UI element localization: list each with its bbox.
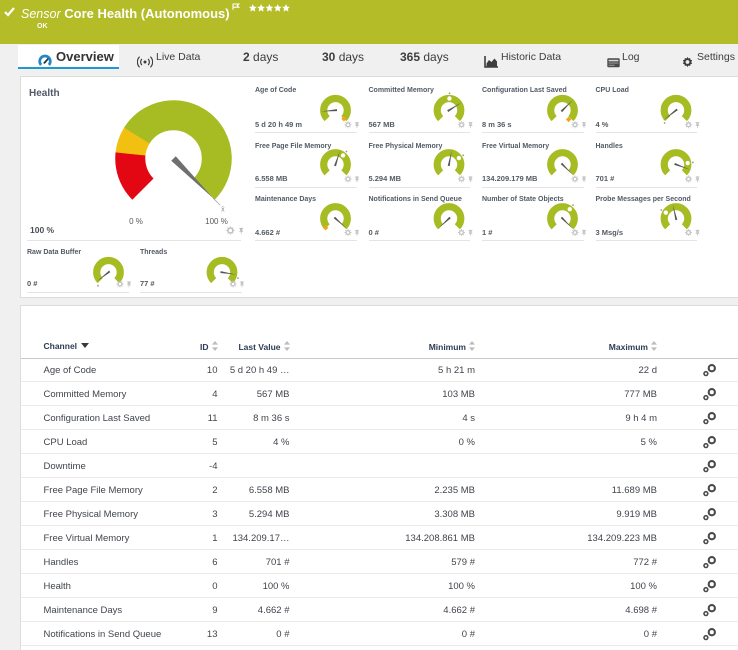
svg-text:x̄: x̄ — [221, 207, 225, 214]
